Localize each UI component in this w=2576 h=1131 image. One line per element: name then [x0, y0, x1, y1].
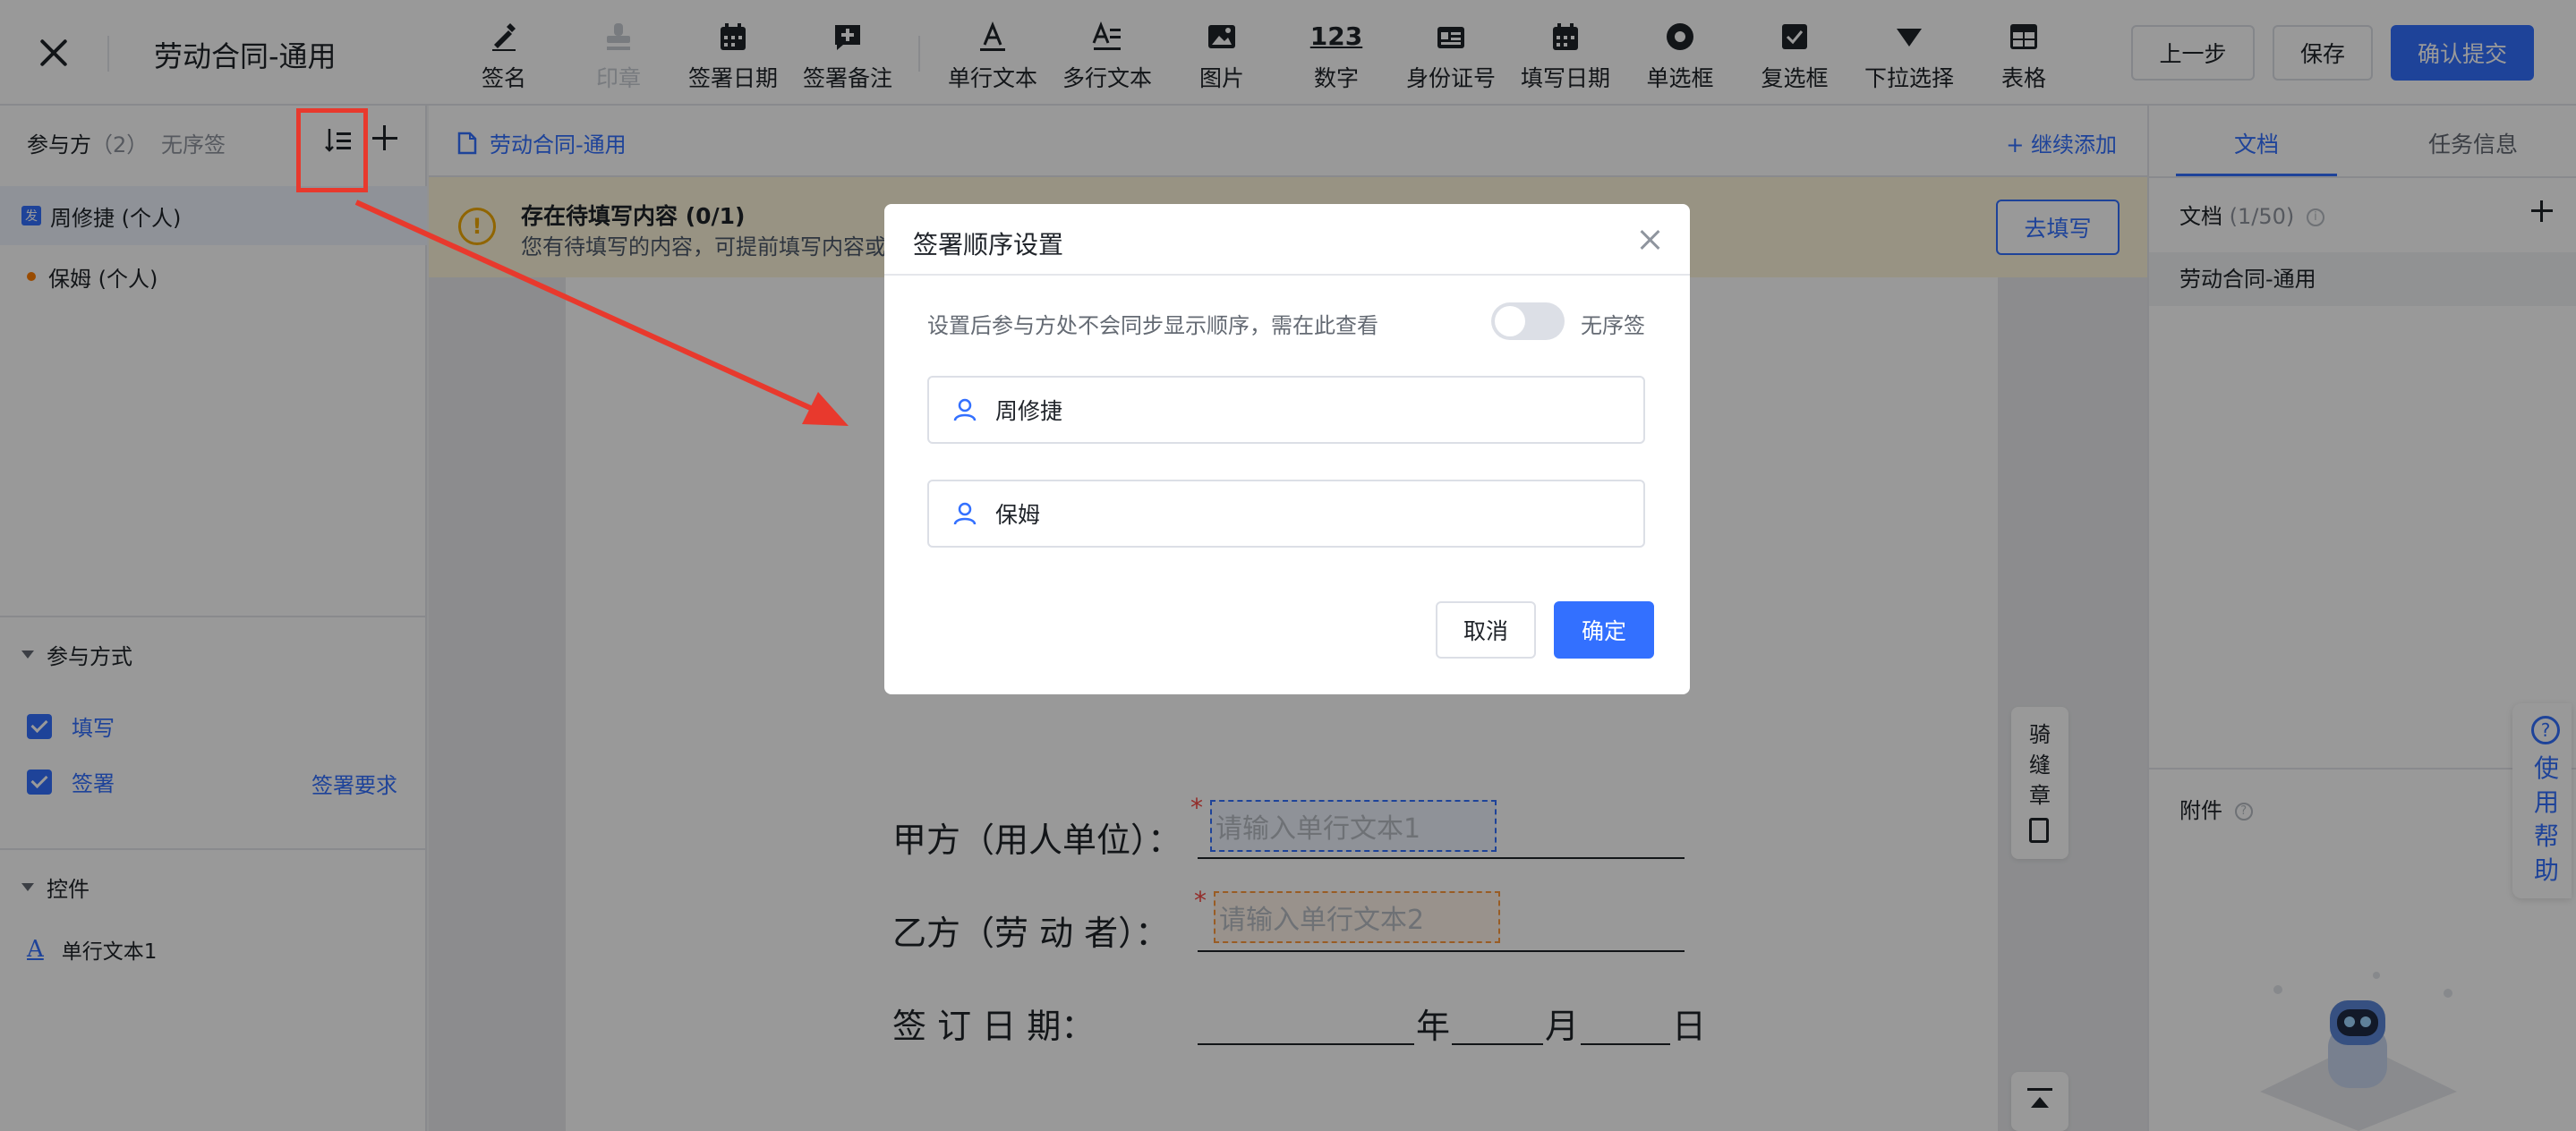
dialog-title: 签署顺序设置	[913, 230, 1064, 259]
signer-name: 保姆	[995, 502, 1041, 528]
toggle-label: 无序签	[1581, 313, 1645, 338]
confirm-button[interactable]: 确定	[1554, 601, 1654, 659]
signer-item[interactable]: 保姆	[927, 480, 1645, 548]
sign-order-dialog: 签署顺序设置 设置后参与方处不会同步显示顺序，需在此查看 无序签 周修捷 保姆 …	[884, 204, 1690, 694]
annotation-highlight-box	[296, 108, 368, 192]
cancel-button[interactable]: 取消	[1436, 601, 1536, 659]
user-icon	[953, 398, 977, 421]
dialog-description: 设置后参与方处不会同步显示顺序，需在此查看	[927, 313, 1378, 338]
divider	[884, 274, 1690, 276]
close-icon[interactable]	[1638, 227, 1663, 252]
unordered-sign-toggle[interactable]	[1491, 302, 1565, 340]
signer-name: 周修捷	[995, 398, 1063, 424]
user-icon	[953, 502, 977, 525]
signer-item[interactable]: 周修捷	[927, 376, 1645, 444]
